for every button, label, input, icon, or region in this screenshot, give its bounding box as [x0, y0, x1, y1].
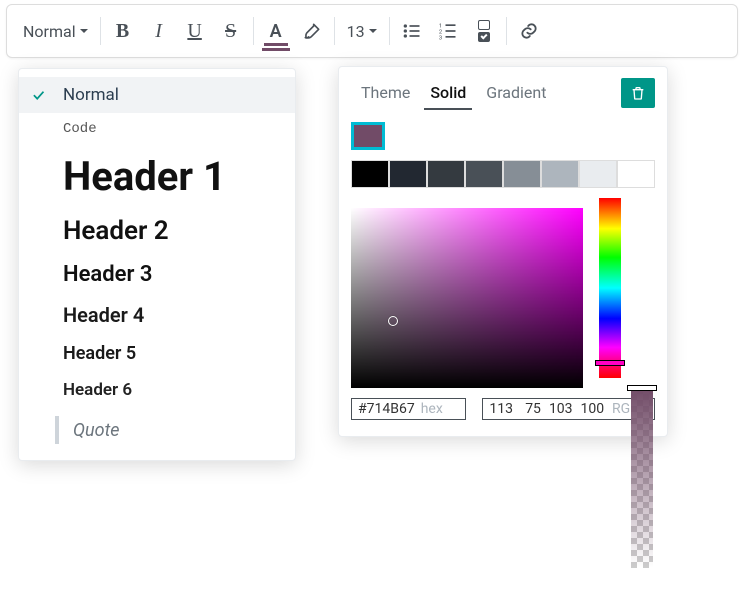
- preset-swatch[interactable]: [541, 160, 579, 188]
- bold-icon: B: [116, 20, 129, 43]
- separator: [253, 17, 254, 45]
- caret-down-icon: [80, 29, 88, 37]
- link-button[interactable]: [511, 11, 547, 51]
- strikethrough-button[interactable]: S: [213, 11, 249, 51]
- style-option-header-2[interactable]: Header 2: [19, 208, 295, 254]
- checklist-button[interactable]: [466, 11, 502, 51]
- separator: [334, 17, 335, 45]
- style-option-normal[interactable]: ✓ Normal: [19, 77, 295, 113]
- svg-text:3: 3: [438, 35, 441, 41]
- style-option-label: Header 6: [63, 380, 132, 400]
- paragraph-style-label: Normal: [23, 22, 76, 41]
- checklist-icon: [478, 20, 490, 42]
- tab-label: Solid: [430, 83, 466, 102]
- selected-color-fill: [354, 125, 382, 147]
- link-icon: [519, 21, 539, 41]
- style-option-label: Quote: [73, 420, 120, 441]
- rgba-values: 113 75 103 100: [489, 401, 604, 417]
- rgba-g: 75: [521, 401, 541, 417]
- style-option-label: Header 5: [63, 343, 136, 364]
- saturation-value-area[interactable]: [351, 208, 583, 388]
- style-option-header-1[interactable]: Header 1: [19, 145, 295, 208]
- style-option-label: Normal: [63, 85, 119, 105]
- style-option-label: Header 2: [63, 216, 169, 246]
- selected-color-swatch[interactable]: [351, 122, 385, 150]
- style-option-label: Header 1: [63, 153, 226, 200]
- quote-bar-icon: [55, 416, 59, 444]
- hex-input[interactable]: #714B67 hex: [351, 398, 466, 420]
- font-color-icon: A: [270, 21, 282, 42]
- preset-swatch[interactable]: [617, 160, 655, 188]
- alpha-slider[interactable]: [631, 388, 653, 568]
- style-option-header-3[interactable]: Header 3: [19, 254, 295, 295]
- paragraph-style-dropdown: ✓ Normal Code Header 1 Header 2 Header 3…: [18, 68, 296, 461]
- preset-swatch[interactable]: [351, 160, 389, 188]
- rgba-a: 100: [581, 401, 605, 417]
- italic-icon: I: [155, 20, 162, 43]
- sv-cursor[interactable]: [388, 316, 398, 326]
- rgba-input[interactable]: 113 75 103100 RGBA: [482, 398, 655, 420]
- color-inputs: #714B67 hex 113 75 103100 RGBA: [351, 398, 655, 420]
- font-size-value: 13: [347, 22, 365, 41]
- editor-toolbar: Normal B I U S A 13 123: [6, 4, 738, 58]
- preset-swatch-row: [351, 160, 655, 188]
- font-color-swatch: [264, 43, 288, 46]
- active-indicator: [262, 48, 290, 51]
- style-option-quote[interactable]: Quote: [19, 408, 295, 452]
- preset-swatch[interactable]: [465, 160, 503, 188]
- italic-button[interactable]: I: [141, 11, 177, 51]
- background-color-button[interactable]: [294, 11, 330, 51]
- preset-swatch[interactable]: [427, 160, 465, 188]
- tab-gradient[interactable]: Gradient: [476, 77, 556, 108]
- separator: [389, 17, 390, 45]
- style-option-code[interactable]: Code: [19, 113, 295, 145]
- separator: [100, 17, 101, 45]
- bold-button[interactable]: B: [105, 11, 141, 51]
- preset-swatch[interactable]: [503, 160, 541, 188]
- separator: [506, 17, 507, 45]
- color-picker-tabs: Theme Solid Gradient: [351, 77, 655, 108]
- clear-color-button[interactable]: [621, 78, 655, 108]
- underline-button[interactable]: U: [177, 11, 213, 51]
- style-option-label: Header 3: [63, 262, 152, 287]
- bullet-list-button[interactable]: [394, 11, 430, 51]
- hex-value: #714B67: [358, 401, 415, 417]
- hue-thumb[interactable]: [595, 360, 625, 366]
- hex-suffix: hex: [421, 401, 443, 417]
- tab-theme[interactable]: Theme: [351, 77, 420, 108]
- numbered-list-button[interactable]: 123: [430, 11, 466, 51]
- paintbrush-icon: [302, 21, 322, 41]
- preset-swatch[interactable]: [389, 160, 427, 188]
- tab-label: Theme: [361, 83, 410, 102]
- tab-label: Gradient: [486, 83, 546, 102]
- hue-slider[interactable]: [599, 198, 621, 378]
- preset-swatch[interactable]: [579, 160, 617, 188]
- tab-solid[interactable]: Solid: [420, 77, 476, 108]
- color-picker-panel: Theme Solid Gradient #714B67 hex: [338, 66, 668, 437]
- style-option-label: Header 4: [63, 303, 144, 327]
- style-option-header-6[interactable]: Header 6: [19, 372, 295, 408]
- bullet-list-icon: [402, 21, 422, 41]
- style-option-label: Code: [63, 121, 97, 137]
- style-option-header-5[interactable]: Header 5: [19, 335, 295, 372]
- rgba-r: 113: [489, 401, 513, 417]
- rgba-b: 103: [549, 401, 573, 417]
- trash-icon: [630, 85, 646, 101]
- underline-icon: U: [187, 20, 201, 43]
- check-icon: ✓: [33, 86, 44, 105]
- numbered-list-icon: 123: [438, 21, 458, 41]
- paragraph-style-button[interactable]: Normal: [15, 11, 96, 51]
- font-size-button[interactable]: 13: [339, 11, 385, 51]
- style-option-header-4[interactable]: Header 4: [19, 295, 295, 335]
- caret-down-icon: [369, 29, 377, 37]
- strikethrough-icon: S: [225, 20, 236, 43]
- font-color-button[interactable]: A: [258, 11, 294, 51]
- color-sliders-area: [351, 198, 655, 388]
- alpha-thumb[interactable]: [627, 385, 657, 391]
